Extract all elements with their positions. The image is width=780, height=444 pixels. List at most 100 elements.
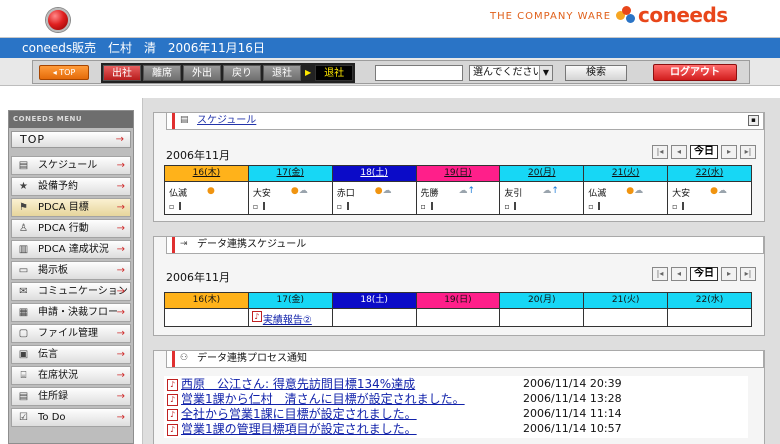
chevron-right-icon: →: [116, 202, 125, 213]
status-button-away[interactable]: 離席: [143, 65, 181, 81]
status-button-return[interactable]: 戻り: [223, 65, 261, 81]
search-input[interactable]: [375, 65, 463, 81]
prev-week-icon[interactable]: |◂: [652, 267, 668, 281]
top-header: THE COMPANY WARE coneeds: [0, 0, 780, 38]
add-event-icon[interactable]: ▫: [253, 202, 258, 211]
notice-link[interactable]: 営業1課から仁村 清さんに目標が設定されました。: [181, 392, 465, 406]
select-value: 選んでください: [473, 67, 543, 78]
chevron-right-icon: →: [116, 328, 125, 339]
next-week-icon[interactable]: ▸|: [740, 267, 756, 281]
notice-time: 2006/11/14 13:28: [523, 392, 622, 405]
person-icon: ♙: [19, 223, 28, 234]
day-cell: [583, 308, 669, 327]
day-link[interactable]: 19(日): [444, 168, 471, 178]
sidebar-item-address-book[interactable]: ▤ 住所録 →: [11, 387, 131, 406]
rokuyo-label: 仏滅: [169, 189, 188, 199]
sidebar-item-pdca-status[interactable]: ▥ PDCA 達成状況 →: [11, 240, 131, 259]
status-button-out[interactable]: 外出: [183, 65, 221, 81]
maximize-icon[interactable]: ▪: [748, 115, 759, 126]
next-day-icon[interactable]: ▸: [721, 267, 737, 281]
add-event-icon[interactable]: ▫: [504, 202, 509, 211]
sidebar-item-todo[interactable]: ☑ To Do →: [11, 408, 131, 427]
notice-link[interactable]: 全社から営業1課に目標が設定されました。: [181, 407, 417, 421]
day-cell[interactable]: 仏滅 ● ▫: [164, 181, 249, 215]
linked-schedule-week-table: 16(木) 17(金) 18(土) 19(日) 20(月) 21(火) 22(水…: [164, 292, 752, 327]
sidebar-item-communication[interactable]: ✉ コミュニケーション →: [11, 282, 131, 301]
sidebar-item-approval[interactable]: ▦ 申請・決裁フロー →: [11, 303, 131, 322]
sidebar-item-files[interactable]: ▢ ファイル管理 →: [11, 324, 131, 343]
sidebar-item-pdca-goal[interactable]: ⚑ PDCA 目標 →: [11, 198, 131, 217]
day-link[interactable]: 22(水): [696, 168, 723, 178]
add-event-icon[interactable]: ▫: [588, 202, 593, 211]
sidebar-item-label: 設備予約: [38, 181, 78, 192]
day-header: 20(月): [499, 292, 585, 309]
day-link[interactable]: 18(土): [360, 168, 387, 178]
prev-week-icon[interactable]: |◂: [652, 145, 668, 159]
day-cell[interactable]: 友引 ☁↑ ▫: [499, 181, 585, 215]
day-cell[interactable]: 先勝 ☁↑ ▫: [415, 181, 501, 215]
add-event-icon[interactable]: ▫: [672, 202, 677, 211]
sidebar-item-top[interactable]: TOP →: [11, 131, 131, 148]
day-header[interactable]: 18(土): [331, 165, 417, 182]
day-link[interactable]: 21(火): [612, 168, 639, 178]
schedule-panel-title: ▤ スケジュール ▪: [166, 112, 764, 130]
notice-link[interactable]: 西原 公江さん: 得意先訪問目標134%達成: [181, 377, 415, 391]
add-event-icon[interactable]: ▫: [421, 202, 426, 211]
company-name: coneeds販売: [22, 41, 97, 55]
sidebar-item-board[interactable]: ▭ 掲示板 →: [11, 261, 131, 280]
logout-button[interactable]: ログアウト: [653, 64, 737, 81]
day-header[interactable]: 17(金): [247, 165, 333, 182]
rokuyo-label: 赤口: [336, 189, 355, 199]
day-link[interactable]: 16(木): [193, 168, 220, 178]
linked-event-link[interactable]: 実績報告②: [263, 315, 312, 326]
sidebar-item-message[interactable]: ▣ 伝言 →: [11, 345, 131, 364]
linked-schedule-title: データ連携スケジュール: [197, 239, 307, 250]
event-bar-icon: [179, 202, 181, 210]
top-button[interactable]: ◂ TOP: [39, 65, 89, 80]
list-item: ♪ 営業1課から仁村 清さんに目標が設定されました。 2006/11/14 13:…: [167, 392, 747, 406]
status-button-arrive[interactable]: 出社: [103, 65, 141, 81]
search-category-select[interactable]: 選んでください ▼: [469, 65, 553, 81]
sidebar-heading: CONEEDS MENU: [9, 111, 133, 128]
day-cell[interactable]: 仏滅 ●☁ ▫: [583, 181, 669, 215]
add-event-icon[interactable]: ▫: [169, 202, 174, 211]
day-header[interactable]: 22(水): [667, 165, 752, 182]
chart-icon: ▥: [18, 244, 29, 255]
today-button[interactable]: 今日: [690, 145, 718, 159]
today-button[interactable]: 今日: [690, 267, 718, 281]
sidebar-item-presence[interactable]: ⌸ 在席状況 →: [11, 366, 131, 385]
day-header[interactable]: 16(木): [164, 165, 249, 182]
sidebar-item-label: PDCA 目標: [38, 202, 89, 213]
day-cell[interactable]: 大安 ●☁ ▫: [247, 181, 333, 215]
schedule-link[interactable]: スケジュール: [197, 115, 256, 126]
day-cell[interactable]: 大安 ●☁ ▫: [667, 181, 752, 215]
add-event-icon[interactable]: ▫: [337, 202, 342, 211]
schedule-month: 2006年11月: [166, 149, 230, 162]
report-icon: ♪: [167, 423, 178, 436]
day-link[interactable]: 17(金): [277, 168, 304, 178]
sidebar-item-schedule[interactable]: ▤ スケジュール →: [11, 156, 131, 175]
list-item: ♪ 営業1課の管理目標項目が設定されました。 2006/11/14 10:57: [167, 422, 747, 436]
linked-schedule-panel: ⇥ データ連携スケジュール 2006年11月 |◂ ◂ 今日 ▸ ▸| 16(木…: [153, 236, 765, 336]
day-cell[interactable]: 赤口 ●☁ ▫: [331, 181, 417, 215]
next-day-icon[interactable]: ▸: [721, 145, 737, 159]
sidebar-item-facility[interactable]: ★ 設備予約 →: [11, 177, 131, 196]
chevron-right-icon: →: [116, 370, 125, 381]
logo-orb-icon[interactable]: [46, 8, 70, 32]
status-button-leave[interactable]: 退社: [263, 65, 301, 81]
list-item: ♪ 全社から営業1課に目標が設定されました。 2006/11/14 11:14: [167, 407, 747, 421]
day-link[interactable]: 20(月): [528, 168, 555, 178]
prev-day-icon[interactable]: ◂: [671, 267, 687, 281]
search-button[interactable]: 検索: [565, 65, 627, 81]
linked-event[interactable]: ♪ 実績報告②: [251, 311, 312, 326]
next-week-icon[interactable]: ▸|: [740, 145, 756, 159]
day-header[interactable]: 19(日): [415, 165, 501, 182]
notice-link[interactable]: 営業1課の管理目標項目が設定されました。: [181, 422, 417, 436]
chevron-right-icon: →: [116, 244, 125, 255]
day-header: 17(金): [247, 292, 333, 309]
day-header[interactable]: 21(火): [583, 165, 669, 182]
brand-tagline: THE COMPANY WARE: [490, 11, 612, 22]
day-header[interactable]: 20(月): [499, 165, 585, 182]
prev-day-icon[interactable]: ◂: [671, 145, 687, 159]
sidebar-item-pdca-action[interactable]: ♙ PDCA 行動 →: [11, 219, 131, 238]
